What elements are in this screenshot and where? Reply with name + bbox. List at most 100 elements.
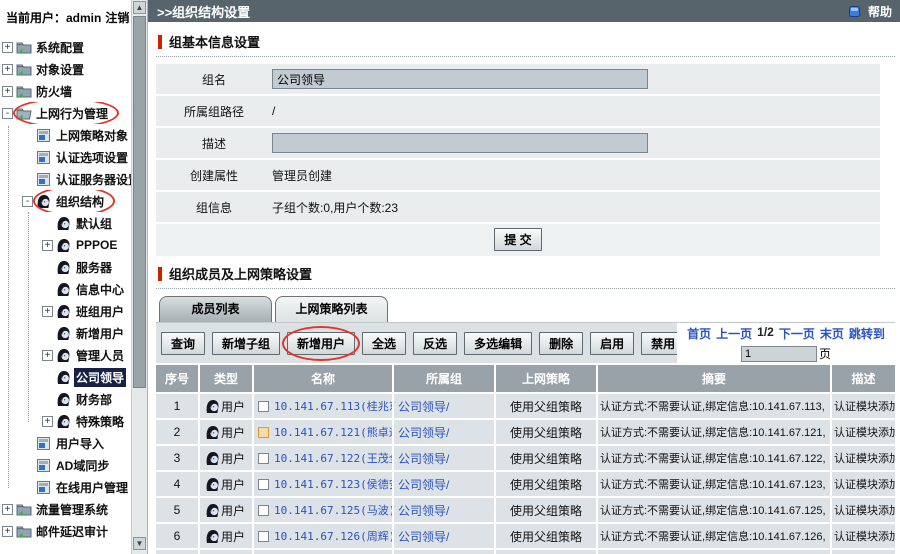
type-label: 用户 [221,476,245,493]
row-checkbox[interactable] [258,401,269,412]
group-name-input[interactable] [272,69,648,89]
pagination-link[interactable]: 上一页 [716,325,752,342]
pagination-link[interactable]: 下一页 [779,325,815,342]
group-link[interactable]: 公司领导/ [398,398,449,415]
scroll-up-icon[interactable]: ▲ [133,1,146,14]
sidebar-item[interactable]: 财务部 [42,388,114,410]
tree-line: 认证选项设置 [0,146,147,168]
row-number: 7 [156,550,198,554]
help-link[interactable]: 帮助 [846,3,892,20]
sidebar-item[interactable]: +对象设置 [2,58,86,80]
sidebar-item-label: AD域同步 [54,456,111,475]
sidebar-item-label: 默认组 [74,214,114,233]
member-name-link[interactable]: 10.141.67.113(桂兆东) [274,398,392,414]
expand-icon[interactable]: + [2,42,13,53]
sidebar-item[interactable]: 默认组 [42,212,114,234]
sidebar-item[interactable]: +流量管理系统 [2,498,110,520]
collapse-icon[interactable]: - [2,108,13,119]
row-policy: 使用父组策略 [496,550,596,554]
sidebar-item[interactable]: 新增用户 [42,322,126,344]
sidebar-item-label: 认证选项设置 [54,148,130,167]
group-link[interactable]: 公司领导/ [398,476,449,493]
sidebar-item[interactable]: -上网行为管理 [2,102,110,124]
scrollbar-thumb[interactable] [133,16,146,388]
field-label: 组信息 [156,199,272,216]
sidebar-item-label: 公司领导 [74,368,126,387]
sidebar-item[interactable]: 认证选项设置 [22,146,130,168]
row-type-cell: 用户 [200,524,252,548]
pagination-link[interactable]: 跳转到 [849,325,885,342]
expand-icon[interactable]: + [42,306,53,317]
sidebar-item[interactable]: 服务器 [42,256,114,278]
group-link[interactable]: 公司领导/ [398,502,449,519]
row-name-cell: 10.141.67.126(周辉) [254,524,392,548]
sidebar-item[interactable]: 在线用户管理 [22,476,130,498]
toolbar-button-2[interactable]: 新增用户 [287,332,355,355]
member-name-link[interactable]: 10.141.67.125(马波) [274,502,392,518]
sidebar-item[interactable]: 用户导入 [22,432,106,454]
member-name-link[interactable]: 10.141.67.122(王茂全) [274,450,392,466]
sidebar-item[interactable]: 信息中心 [42,278,126,300]
sidebar-item[interactable]: -组织结构 [22,190,106,212]
current-user-label: 当前用户：admin [6,11,101,25]
expand-icon[interactable]: + [2,526,13,537]
submit-button[interactable]: 提 交 [494,228,541,251]
toolbar-button-1[interactable]: 新增子组 [212,332,280,355]
group-link[interactable]: 公司领导/ [398,450,449,467]
expand-icon[interactable]: + [2,86,13,97]
member-name-link[interactable]: 10.141.67.123(侯德安) [274,476,392,492]
toolbar-button-6[interactable]: 删除 [539,332,583,355]
sidebar-item[interactable]: 上网策略对象 [22,124,130,146]
sidebar-item[interactable]: + 班组用户 [42,300,126,322]
pagination-link[interactable]: 末页 [820,325,844,342]
sidebar-item-label: 用户导入 [54,434,106,453]
field-value: 子组个数:0,用户个数:23 [272,199,398,216]
row-checkbox[interactable] [258,427,269,438]
row-checkbox[interactable] [258,479,269,490]
sidebar-item[interactable]: +特殊策略 [42,410,126,432]
group-link[interactable]: 公司领导/ [398,528,449,545]
sidebar-item[interactable]: +邮件延迟审计 [2,520,110,542]
description-input[interactable] [272,133,648,153]
sidebar-item[interactable]: AD域同步 [22,454,111,476]
collapse-icon[interactable]: - [22,196,33,207]
sidebar-item[interactable]: +管理人员 [42,344,126,366]
sidebar-item[interactable]: +防火墙 [2,80,74,102]
tab-member-list[interactable]: 成员列表 [159,296,272,322]
column-header: 描述 [832,365,895,392]
toolbar-button-3[interactable]: 全选 [362,332,406,355]
folder-icon [15,83,32,99]
expand-icon[interactable]: + [2,64,13,75]
logout-link[interactable]: 注销 [105,11,129,25]
tree-line: +对象设置 [0,58,147,80]
user-icon [55,391,72,407]
member-name-link[interactable]: 10.141.67.121(熊卓远) [274,424,392,440]
tab-policy-list[interactable]: 上网策略列表 [275,296,388,322]
row-checkbox[interactable] [258,531,269,542]
toolbar-button-7[interactable]: 启用 [590,332,634,355]
row-type-cell: 用户 [200,394,252,418]
toolbar-button-4[interactable]: 反选 [413,332,457,355]
sidebar-item[interactable]: +系统配置 [2,36,86,58]
user-icon [55,215,72,231]
sidebar-item[interactable]: 公司领导 [42,366,126,388]
page-jump-input[interactable] [741,346,817,362]
sidebar-scrollbar[interactable]: ▲ ▼ [131,0,147,554]
sidebar-item[interactable]: +PPPOE [42,234,119,256]
sidebar-item-label: 班组用户 [74,302,126,321]
sidebar-item[interactable]: 认证服务器设置 [22,168,142,190]
group-link[interactable]: 公司领导/ [398,424,449,441]
toolbar-button-5[interactable]: 多选编辑 [464,332,532,355]
scroll-down-icon[interactable]: ▼ [133,537,146,550]
user-icon [55,259,72,275]
row-checkbox[interactable] [258,505,269,516]
expand-icon[interactable]: + [2,504,13,515]
expand-icon[interactable]: + [42,240,53,251]
row-checkbox[interactable] [258,453,269,464]
toolbar-button-0[interactable]: 查询 [161,332,205,355]
pagination-link[interactable]: 首页 [687,325,711,342]
expand-icon[interactable]: + [42,350,53,361]
tree-line: +系统配置 [0,36,147,58]
expand-icon[interactable]: + [42,416,53,427]
member-name-link[interactable]: 10.141.67.126(周辉) [274,528,392,544]
